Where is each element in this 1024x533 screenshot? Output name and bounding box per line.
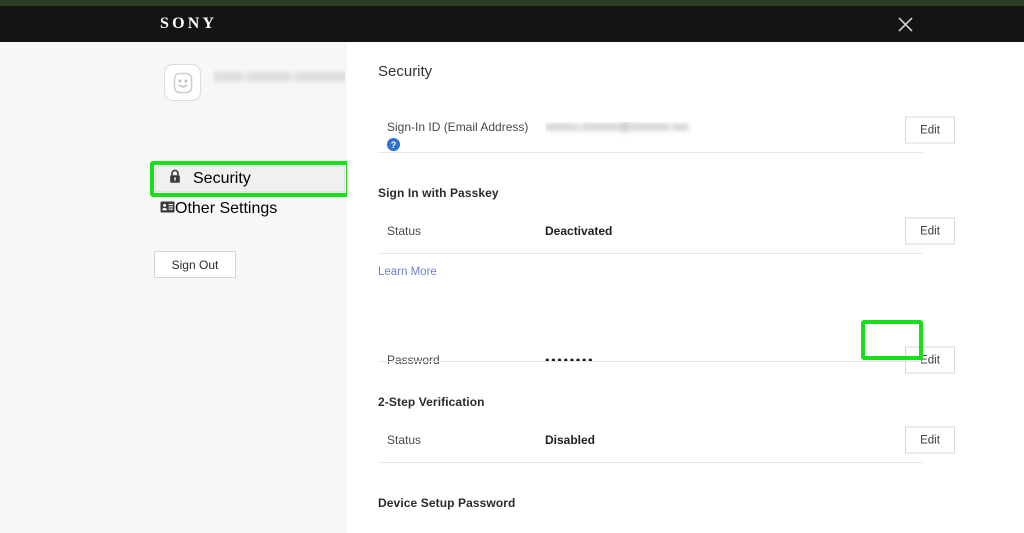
row-two-step-status-label: Status	[387, 433, 422, 447]
sony-account-security-window: SONY xxxxx-xxxxxxx-xxxxxxxxxxx x	[0, 0, 1024, 533]
section-title-two-step: 2-Step Verification	[378, 395, 485, 409]
sign-in-id-value-masked: xxxxxx.xxxxxxx@xxxxxxx.xxx	[545, 122, 730, 138]
close-icon[interactable]	[892, 11, 918, 37]
row-sign-in-id-label: Sign-In ID (Email Address)	[387, 120, 529, 134]
row-two-step-status: Status Disabled Edit	[378, 418, 955, 462]
sidebar-item-other-settings-label: Other Settings	[175, 200, 278, 217]
lock-icon	[168, 169, 182, 189]
divider	[378, 462, 923, 463]
username-text: xxxxx-xxxxxxx-xxxxxxxxxxx x	[213, 69, 345, 83]
page-title: Security	[378, 63, 433, 80]
divider	[378, 152, 923, 153]
main-content: Security Sign-In ID (Email Address) ? xx…	[347, 42, 1024, 533]
section-title-passkey: Sign In with Passkey	[378, 186, 499, 200]
edit-passkey-button[interactable]: Edit	[905, 217, 955, 245]
username-masked: xxxxx-xxxxxxx-xxxxxxxxxxx x	[213, 69, 345, 91]
sidebar-item-security[interactable]: Security	[155, 166, 345, 192]
app-header: SONY	[0, 6, 1024, 42]
row-password: Password •••••••• Edit	[378, 338, 955, 382]
sony-logo: SONY	[160, 15, 218, 32]
sign-out-button[interactable]: Sign Out	[154, 251, 236, 278]
sidebar-item-security-wrap: Security	[150, 161, 350, 197]
divider	[378, 253, 923, 254]
edit-password-button[interactable]: Edit	[905, 346, 955, 374]
sidebar-item-other-settings[interactable]: Other Settings	[160, 200, 277, 218]
passkey-status-value: Deactivated	[545, 224, 613, 238]
row-password-label: Password	[387, 353, 440, 367]
edit-sign-in-id-button[interactable]: Edit	[905, 116, 955, 144]
password-masked-value: ••••••••	[545, 352, 595, 368]
row-sign-in-id: Sign-In ID (Email Address) ? xxxxxx.xxxx…	[378, 108, 955, 152]
row-passkey-status: Status Deactivated Edit	[378, 209, 955, 253]
sidebar-item-security-label: Security	[193, 170, 251, 187]
learn-more-link[interactable]: Learn More	[378, 266, 437, 278]
id-card-icon	[160, 200, 175, 218]
sidebar: xxxxx-xxxxxxx-xxxxxxxxxxx x Security	[0, 42, 350, 533]
sign-in-id-value-text: xxxxxx.xxxxxxx@xxxxxxx.xxx	[545, 122, 689, 133]
divider	[378, 361, 923, 362]
edit-two-step-button[interactable]: Edit	[905, 426, 955, 454]
row-passkey-status-label: Status	[387, 224, 422, 238]
section-title-device-setup-password: Device Setup Password	[378, 496, 516, 510]
help-icon[interactable]: ?	[387, 138, 400, 151]
two-step-status-value: Disabled	[545, 433, 596, 447]
profile-block: xxxxx-xxxxxxx-xxxxxxxxxxx x	[164, 64, 345, 101]
smiley-avatar-icon	[164, 64, 201, 101]
